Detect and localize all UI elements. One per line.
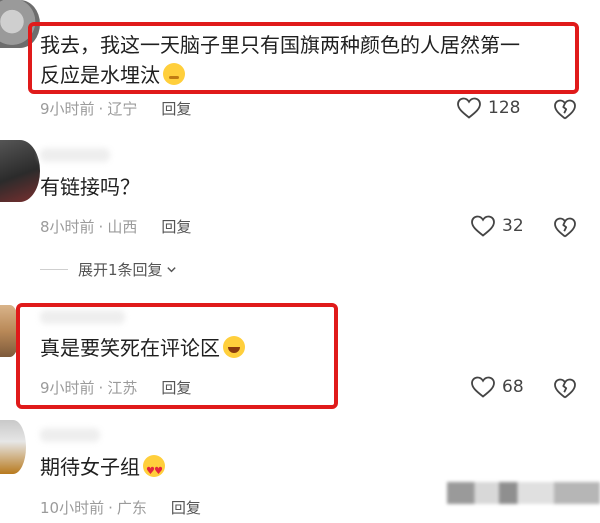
rolling-on-floor-laughing-emoji-icon — [223, 336, 245, 358]
reply-button[interactable]: 回复 — [161, 218, 191, 236]
like-button[interactable]: 32 — [470, 214, 524, 238]
comment-text: 有链接吗？ — [40, 175, 140, 199]
comment-meta: 9小时前 · 辽宁 回复 — [40, 98, 191, 119]
meta-separator: · — [98, 100, 104, 118]
drooling-face-emoji-icon — [163, 63, 185, 85]
username-blurred — [40, 428, 100, 442]
reply-button[interactable]: 回复 — [171, 499, 201, 517]
heart-outline-icon — [471, 215, 495, 237]
avatar[interactable] — [0, 305, 20, 357]
comment-time: 9小时前 — [40, 379, 95, 397]
avatar[interactable] — [0, 0, 40, 48]
like-count: 128 — [488, 98, 521, 118]
comment-text-line-2: 反应是水埋汰 — [40, 60, 520, 90]
blurred-watermark — [447, 482, 600, 504]
meta-separator: · — [98, 379, 104, 397]
comment-time: 8小时前 — [40, 218, 95, 236]
heart-eyes-emoji-icon — [143, 455, 165, 487]
comment-text-line-1: 我去，我这一天脑子里只有国旗两种颜色的人居然第一 — [40, 33, 520, 57]
like-button[interactable]: 128 — [456, 96, 520, 120]
avatar[interactable] — [0, 420, 26, 474]
comment-text-body: 期待女子组 — [40, 455, 140, 479]
expand-replies-button[interactable]: 展开1条回复 — [40, 259, 177, 280]
heart-outline-icon — [471, 376, 495, 398]
avatar[interactable] — [0, 140, 40, 202]
comment-location: 广东 — [116, 499, 147, 517]
reply-button[interactable]: 回复 — [161, 100, 191, 118]
username-blurred — [40, 310, 125, 324]
comment-text-line-2-text: 反应是水埋汰 — [40, 63, 160, 87]
comment-text: 期待女子组 — [40, 452, 165, 487]
meta-separator: · — [108, 499, 113, 517]
comment-text-body: 真是要笑死在评论区 — [40, 336, 220, 360]
comment-location: 山西 — [107, 218, 138, 236]
comment-text: 我去，我这一天脑子里只有国旗两种颜色的人居然第一 反应是水埋汰 — [40, 30, 520, 90]
comment-meta: 8小时前 · 山西 回复 — [40, 216, 191, 237]
comment-text: 真是要笑死在评论区 — [40, 333, 245, 363]
broken-heart-icon[interactable] — [553, 377, 577, 399]
broken-heart-icon[interactable] — [553, 98, 577, 120]
comment-time: 9小时前 — [40, 100, 95, 118]
comment-meta: 10小时前 · 广东 回复 — [40, 497, 201, 518]
heart-outline-icon — [457, 97, 481, 119]
divider — [40, 269, 68, 270]
username-blurred — [40, 148, 110, 162]
like-count: 32 — [502, 216, 524, 236]
comment-meta: 9小时前 · 江苏 回复 — [40, 377, 191, 398]
comment-location: 辽宁 — [107, 100, 138, 118]
like-count: 68 — [502, 377, 524, 397]
broken-heart-icon[interactable] — [553, 216, 577, 238]
expand-replies-label: 展开1条回复 — [78, 261, 163, 279]
reply-button[interactable]: 回复 — [161, 379, 191, 397]
like-button[interactable]: 68 — [470, 375, 524, 399]
meta-separator: · — [98, 218, 104, 236]
comment-time: 10小时前 — [40, 499, 105, 517]
chevron-down-icon — [166, 267, 176, 273]
comment-location: 江苏 — [107, 379, 138, 397]
